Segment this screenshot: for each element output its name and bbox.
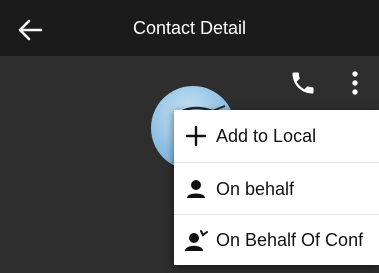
more-options-button[interactable] <box>343 68 367 98</box>
more-vertical-icon <box>352 71 358 95</box>
page-title: Contact Detail <box>132 18 247 38</box>
menu-item-on-behalf[interactable]: On behalf <box>174 162 379 215</box>
menu-item-label: Add to Local <box>216 125 317 146</box>
app-bar: Contact Detail <box>0 0 379 56</box>
menu-item-add-to-local[interactable]: Add to Local <box>174 110 379 162</box>
overflow-menu: Add to Local On behalf On Behalf Of Conf <box>174 110 379 265</box>
menu-item-label: On Behalf Of Conf <box>216 230 364 250</box>
phone-icon <box>292 72 314 94</box>
menu-item-on-behalf-of-conf[interactable]: On Behalf Of Conf <box>174 214 379 266</box>
plus-icon <box>184 124 208 148</box>
call-button[interactable] <box>289 68 317 98</box>
person-icon <box>184 177 208 201</box>
menu-item-label: On behalf <box>216 178 295 199</box>
person-conference-icon <box>184 229 208 253</box>
